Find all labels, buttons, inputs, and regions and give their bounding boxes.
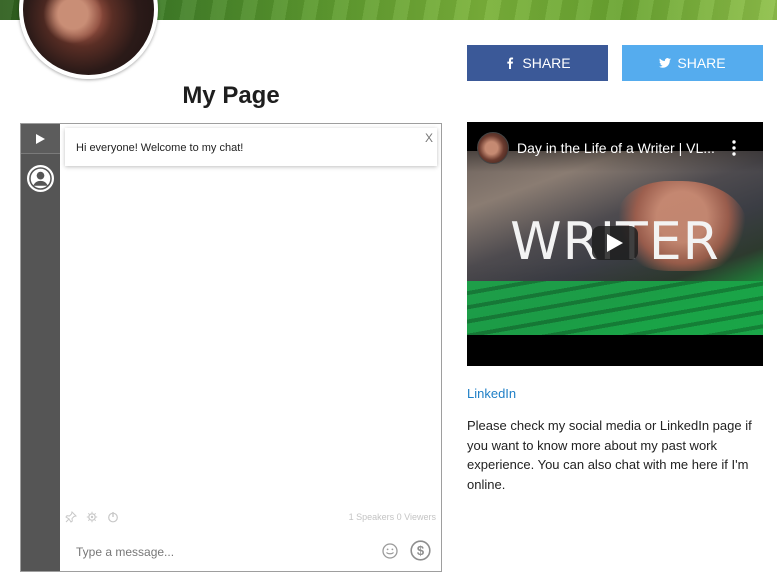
gear-icon[interactable] [86,511,98,523]
facebook-icon [507,57,514,69]
twitter-icon [659,58,672,68]
video-title[interactable]: Day in the Life of a Writer | VL... [517,140,722,156]
power-icon[interactable] [107,511,119,523]
chat-stats: 1 Speakers 0 Viewers [348,512,436,522]
chat-toggle-button[interactable] [21,124,60,154]
profile-avatar [19,0,158,79]
dollar-icon[interactable]: $ [410,540,431,561]
close-icon[interactable]: X [425,131,433,145]
chat-toolbar [65,510,119,524]
chat-user-avatar[interactable] [27,165,54,192]
play-icon [607,234,623,252]
welcome-message-text: Hi everyone! Welcome to my chat! [76,142,244,154]
page-title: My Page [182,82,280,109]
profile-page: My Page SHARE SHARE Hi everyone! Welcome… [0,0,777,579]
facebook-share-label: SHARE [522,55,571,71]
play-icon [36,133,45,144]
facebook-share-button[interactable]: SHARE [467,45,608,81]
emoji-icon[interactable] [382,543,398,559]
more-vertical-icon[interactable] [729,138,739,158]
video-player[interactable]: WRITER Day in the Life of a Writer | VL.… [467,122,763,366]
svg-text:$: $ [417,543,425,558]
video-header: Day in the Life of a Writer | VL... [467,122,763,172]
twitter-share-label: SHARE [677,55,726,71]
channel-avatar[interactable] [477,132,509,164]
chat-widget: Hi everyone! Welcome to my chat! X 1 Spe… [20,123,442,572]
message-input[interactable] [76,543,366,561]
user-icon [29,167,52,190]
linkedin-link[interactable]: LinkedIn [467,386,516,401]
about-text: Please check my social media or LinkedIn… [467,418,752,492]
pin-icon[interactable] [65,511,77,523]
chat-sidebar [21,124,60,571]
twitter-share-button[interactable]: SHARE [622,45,763,81]
welcome-message: Hi everyone! Welcome to my chat! X [65,128,437,166]
play-button[interactable] [592,226,638,260]
